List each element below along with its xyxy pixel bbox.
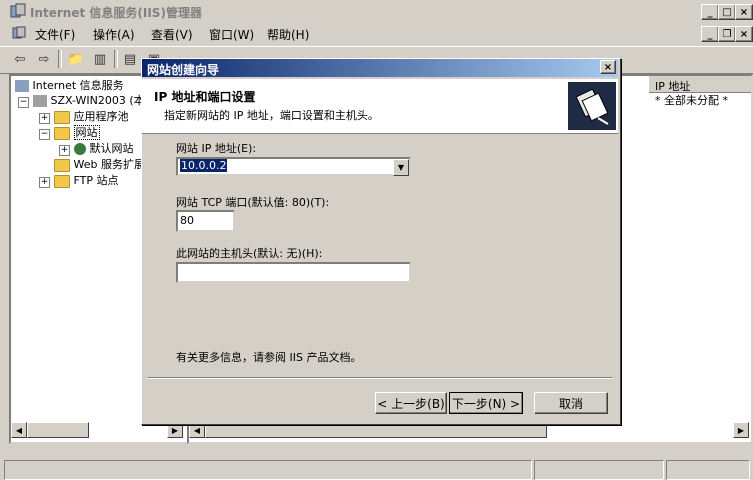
folder-icon [54,110,70,124]
column-header-ip-label: IP 地址 [655,80,691,93]
website-wizard-dialog: 网站创建向导 × IP 地址和端口设置 指定新网站的 IP 地址，端口设置和主机… [141,58,621,425]
host-header-input[interactable] [176,262,411,283]
scroll-thumb[interactable] [27,422,89,438]
folder-icon [54,126,70,140]
mmc-icon [12,26,26,40]
tree-server-label: SZX-WIN2003 (本 [50,94,145,107]
menu-file[interactable]: 文件(F) [35,26,75,43]
properties-icon[interactable]: ▤ [120,50,140,68]
tree-web-ext[interactable]: Web 服务扩展 [54,157,145,173]
collapse-icon[interactable]: − [39,129,50,140]
up-folder-icon[interactable]: 📁 [66,50,86,68]
window-title: Internet 信息服务(IIS)管理器 [30,6,202,20]
ip-address-value: 10.0.0.2 [180,159,228,172]
folder-icon [54,174,70,188]
next-button[interactable]: 下一步(N) > [449,392,523,414]
iis-app-icon [10,3,26,19]
status-section [534,460,664,480]
tree-websites-label: 网站 [73,125,100,140]
expand-icon[interactable]: + [59,145,70,156]
scroll-right-icon[interactable]: ▶ [733,422,749,438]
globe-icon [74,143,86,155]
menu-view[interactable]: 查看(V) [151,26,193,43]
child-restore-icon[interactable]: ❐ [718,26,736,42]
toolbar-separator [114,50,118,68]
wizard-banner-icon [568,82,616,130]
child-minimize-icon[interactable]: _ [701,26,719,42]
folder-icon [54,158,70,172]
host-header-label: 此网站的主机头(默认: 无)(H): [176,247,323,260]
expand-icon[interactable]: + [39,177,50,188]
info-text: 有关更多信息，请参阅 IIS 产品文档。 [176,351,362,364]
tree-default-site[interactable]: 默认网站 [74,141,134,157]
dialog-header: IP 地址和端口设置 指定新网站的 IP 地址，端口设置和主机头。 [142,79,618,134]
tree-ftp-label: FTP 站点 [73,174,119,187]
minimize-icon[interactable]: _ [701,4,719,20]
dropdown-arrow-icon[interactable]: ▼ [393,159,409,176]
divider [148,377,612,379]
menu-bar: 文件(F) 操作(A) 查看(V) 窗口(W) 帮助(H) _ ❐ × [0,22,753,44]
tree-default-site-label: 默认网站 [89,142,134,155]
ip-address-dropdown[interactable]: 10.0.0.2 ▼ [176,157,411,176]
tree-web-ext-label: Web 服务扩展 [73,158,145,171]
column-header-ip[interactable]: IP 地址 [649,76,751,93]
forward-arrow-icon[interactable]: ⇨ [34,50,54,68]
tree-root[interactable]: Internet 信息服务 [15,78,124,94]
header-title: IP 地址和端口设置 [154,90,256,104]
back-arrow-icon[interactable]: ⇦ [10,50,30,68]
list-row-ip[interactable]: * 全部未分配 * [655,93,728,109]
close-icon[interactable]: × [735,4,753,20]
tcp-port-input[interactable]: 80 [176,210,235,232]
tree-websites[interactable]: 网站 [54,125,100,141]
main-title-bar: Internet 信息服务(IIS)管理器 _ □ × [0,0,753,22]
tree-root-label: Internet 信息服务 [32,79,124,92]
dialog-close-icon[interactable]: × [600,60,616,74]
tree-ftp[interactable]: FTP 站点 [54,173,118,189]
cancel-button[interactable]: 取消 [534,392,608,414]
tree-server[interactable]: SZX-WIN2003 (本 [33,93,145,109]
collapse-icon[interactable]: − [18,97,29,108]
show-tree-icon[interactable]: ▥ [90,50,110,68]
toolbar-separator [58,50,62,68]
status-section [666,460,750,480]
menu-action[interactable]: 操作(A) [93,26,135,43]
tree-app-pools-label: 应用程序池 [73,110,129,123]
child-close-icon[interactable]: × [735,26,753,42]
maximize-icon[interactable]: □ [718,4,736,20]
dialog-title-bar: 网站创建向导 × [142,59,618,77]
menu-window[interactable]: 窗口(W) [209,26,254,43]
header-subtitle: 指定新网站的 IP 地址，端口设置和主机头。 [164,109,379,122]
ip-address-label: 网站 IP 地址(E): [176,142,257,155]
scroll-left-icon[interactable]: ◀ [11,422,27,438]
tcp-port-label: 网站 TCP 端口(默认值: 80)(T): [176,196,330,209]
expand-icon[interactable]: + [39,113,50,124]
status-main [4,460,532,480]
iis-root-icon [15,80,29,92]
tree-app-pools[interactable]: 应用程序池 [54,109,129,125]
back-button[interactable]: < 上一步(B) [375,392,447,414]
server-icon [33,95,47,107]
dialog-title: 网站创建向导 [147,63,220,77]
menu-help[interactable]: 帮助(H) [267,26,309,43]
